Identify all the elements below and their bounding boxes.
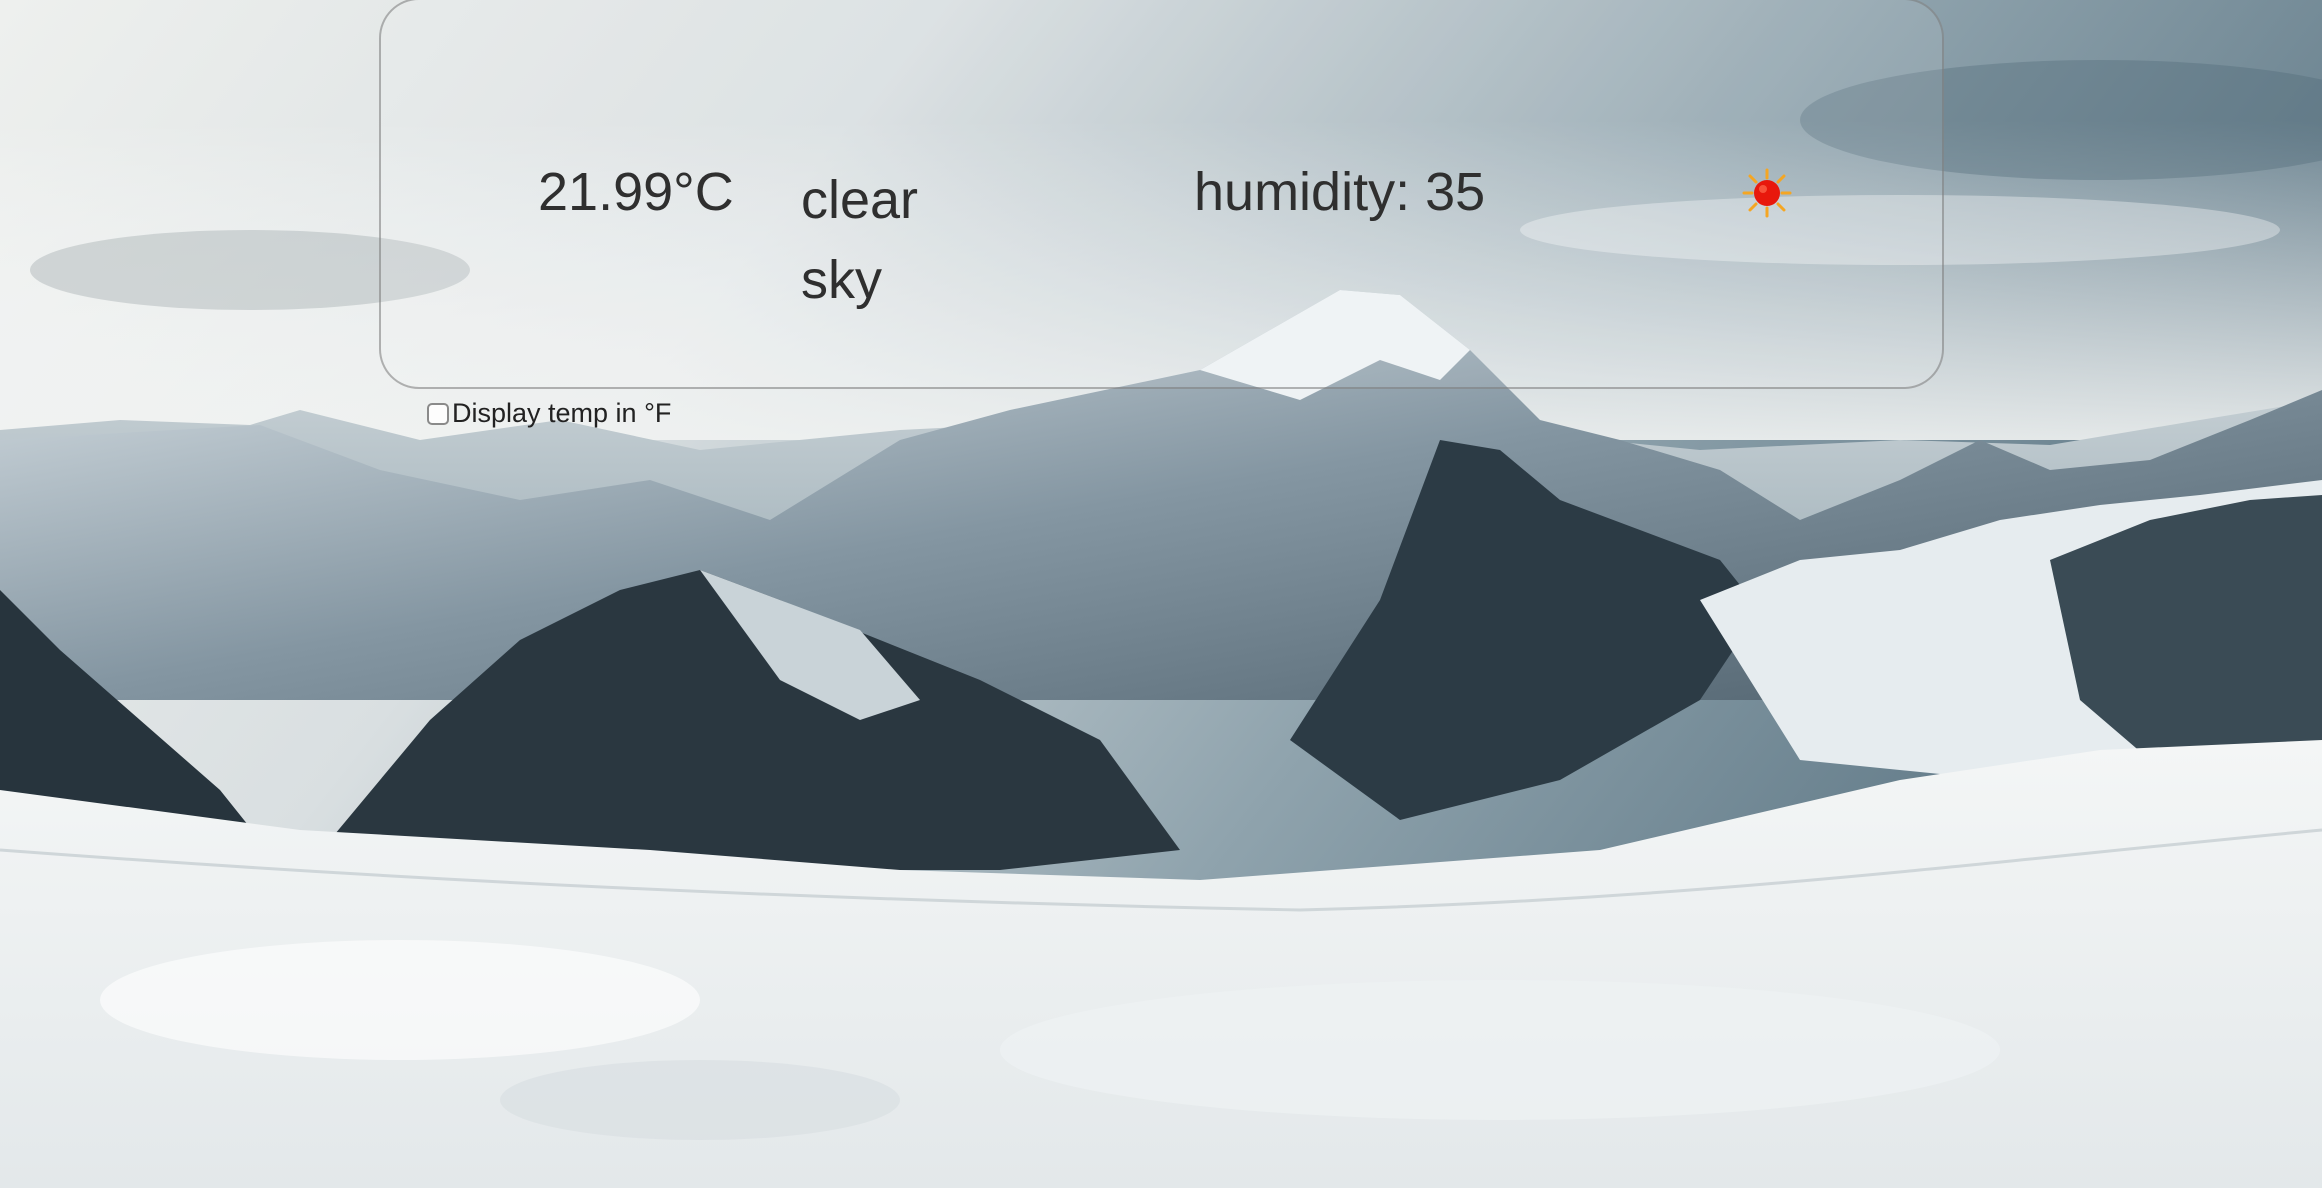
- fahrenheit-checkbox[interactable]: [427, 402, 449, 425]
- temperature-value: 21.99°C: [538, 162, 734, 222]
- fahrenheit-toggle[interactable]: Display temp in °F: [427, 398, 671, 429]
- humidity-value: humidity: 35: [1194, 162, 1486, 222]
- fahrenheit-label: Display temp in °F: [452, 398, 672, 428]
- weather-description: clear sky: [801, 170, 919, 310]
- sun-icon: [1742, 168, 1792, 218]
- weather-card: 21.99°C clear sky humidity: 35: [379, 0, 1944, 389]
